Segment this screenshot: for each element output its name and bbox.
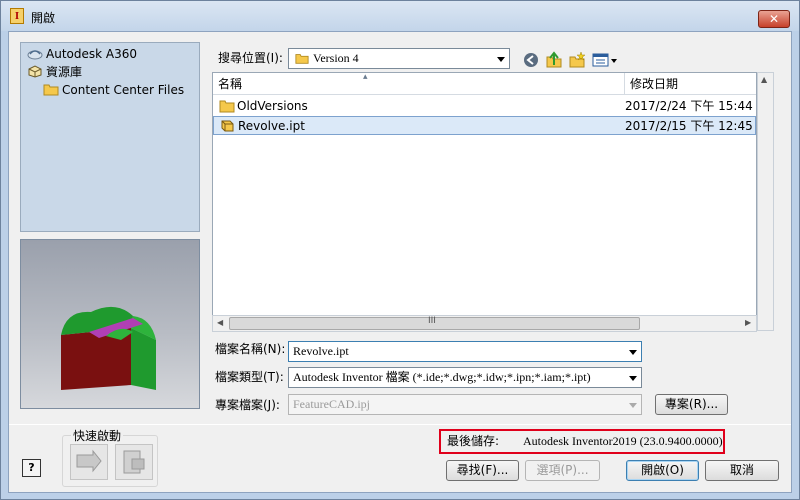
open-button[interactable]: 開啟(O) bbox=[626, 460, 699, 481]
quick-launch-button-2 bbox=[115, 444, 153, 480]
lookin-label: 搜尋位置(I): bbox=[218, 51, 283, 65]
scroll-up-icon[interactable]: ▲ bbox=[761, 75, 767, 84]
library-icon bbox=[28, 65, 42, 78]
scroll-thumb[interactable]: III bbox=[229, 316, 640, 330]
help-button[interactable]: ? bbox=[22, 459, 41, 477]
last-saved-value: Autodesk Inventor2019 (23.0.9400.0000) bbox=[523, 434, 723, 448]
sort-ascending-icon: ▴ bbox=[363, 72, 368, 82]
place-label: Content Center Files bbox=[62, 83, 185, 97]
place-label: Autodesk A360 bbox=[46, 47, 137, 61]
chevron-down-icon bbox=[629, 376, 637, 381]
lookin-combo[interactable]: Version 4 bbox=[288, 48, 510, 69]
file-preview bbox=[20, 239, 200, 409]
place-library[interactable]: 資源庫 bbox=[27, 63, 82, 81]
up-folder-icon[interactable] bbox=[545, 51, 563, 69]
part-preview-image bbox=[61, 306, 156, 390]
new-folder-icon[interactable] bbox=[568, 51, 586, 69]
column-header-date[interactable]: 修改日期 bbox=[625, 73, 756, 95]
last-saved-label: 最後儲存: bbox=[447, 434, 500, 448]
horizontal-scrollbar[interactable]: ◀ III ▶ bbox=[212, 315, 757, 332]
places-panel: Autodesk A360 資源庫 Content Center Files bbox=[20, 42, 200, 232]
file-name: Revolve.ipt bbox=[238, 119, 305, 133]
filename-label: 檔案名稱(N): bbox=[215, 342, 286, 356]
part-file-icon bbox=[221, 120, 234, 132]
chevron-down-icon bbox=[629, 350, 637, 355]
filename-value: Revolve.ipt bbox=[293, 344, 349, 358]
file-row-oldversions[interactable]: OldVersions 2017/2/24 下午 15:44 bbox=[213, 97, 756, 116]
bottom-divider bbox=[9, 424, 791, 425]
filetype-value: Autodesk Inventor 檔案 (*.ide;*.dwg;*.idw;… bbox=[293, 370, 591, 384]
folder-icon bbox=[295, 54, 309, 64]
folder-icon bbox=[43, 84, 59, 96]
view-menu-icon[interactable] bbox=[592, 51, 618, 69]
quick-launch-button-1 bbox=[70, 444, 108, 480]
options-button: 選項(P)... bbox=[525, 460, 600, 481]
filetype-combo[interactable]: Autodesk Inventor 檔案 (*.ide;*.dwg;*.idw;… bbox=[288, 367, 642, 388]
title-bar[interactable]: I 開啟 ✕ bbox=[1, 1, 799, 31]
folder-icon bbox=[219, 100, 235, 113]
chevron-down-icon bbox=[629, 403, 637, 408]
dialog-title: 開啟 bbox=[31, 11, 56, 25]
column-header-name[interactable]: 名稱 ▴ bbox=[213, 73, 625, 95]
file-list[interactable]: 名稱 ▴ 修改日期 OldVersions 2017/2/24 下午 15:44… bbox=[212, 72, 757, 331]
scroll-left-icon[interactable]: ◀ bbox=[217, 318, 223, 327]
project-button[interactable]: 專案(R)... bbox=[655, 394, 728, 415]
place-label: 資源庫 bbox=[46, 65, 83, 79]
cloud-icon bbox=[27, 50, 43, 60]
inventor-app-icon: I bbox=[10, 8, 24, 24]
cancel-button[interactable]: 取消 bbox=[705, 460, 779, 481]
open-arrow-icon bbox=[76, 449, 102, 473]
place-content-center-files[interactable]: Content Center Files bbox=[43, 81, 184, 99]
project-combo: FeatureCAD.ipj bbox=[288, 394, 642, 415]
filename-combo[interactable]: Revolve.ipt bbox=[288, 341, 642, 362]
chevron-down-icon bbox=[497, 57, 505, 62]
lookin-value: Version 4 bbox=[313, 51, 359, 65]
last-saved-info: 最後儲存: Autodesk Inventor2019 (23.0.9400.0… bbox=[439, 429, 725, 454]
project-label: 專案檔案(J): bbox=[215, 398, 280, 412]
file-date: 2017/2/24 下午 15:44 bbox=[625, 99, 753, 113]
find-button[interactable]: 尋找(F)... bbox=[446, 460, 519, 481]
back-icon[interactable] bbox=[522, 51, 540, 69]
open-dialog: I 開啟 ✕ Autodesk A360 資源庫 Content Center … bbox=[0, 0, 800, 500]
file-name: OldVersions bbox=[237, 99, 308, 113]
place-autodesk-a360[interactable]: Autodesk A360 bbox=[27, 45, 137, 63]
dialog-body: Autodesk A360 資源庫 Content Center Files 搜… bbox=[8, 31, 792, 493]
file-date: 2017/2/15 下午 12:45 bbox=[625, 119, 753, 133]
column-header-label: 名稱 bbox=[218, 77, 243, 91]
quick-launch-title: 快速啟動 bbox=[71, 427, 124, 444]
vertical-scrollbar[interactable]: ▲ bbox=[757, 72, 774, 331]
filetype-label: 檔案類型(T): bbox=[215, 370, 284, 384]
document-export-icon bbox=[123, 450, 145, 474]
close-button[interactable]: ✕ bbox=[758, 10, 790, 28]
file-row-revolve-ipt[interactable]: Revolve.ipt 2017/2/15 下午 12:45 bbox=[213, 116, 756, 135]
scroll-right-icon[interactable]: ▶ bbox=[745, 318, 751, 327]
project-value: FeatureCAD.ipj bbox=[293, 397, 370, 411]
scroll-grip: III bbox=[428, 316, 436, 326]
